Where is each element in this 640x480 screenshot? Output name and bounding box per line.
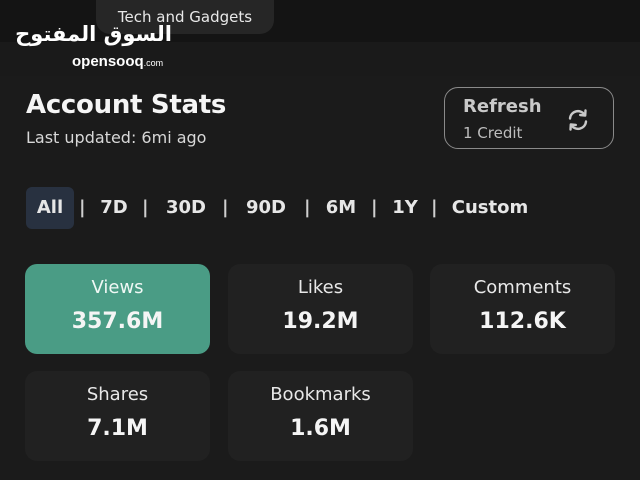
- stat-card-likes[interactable]: Likes 19.2M: [228, 264, 413, 354]
- stat-label: Shares: [86, 384, 149, 405]
- tab-separator: |: [142, 197, 149, 218]
- tab-separator: |: [371, 197, 378, 218]
- refresh-button[interactable]: Refresh 1 Credit: [444, 87, 614, 149]
- stat-value: 357.6M: [71, 309, 164, 334]
- tab-30d[interactable]: 30D: [160, 187, 212, 229]
- logo-wordmark: opensooq: [72, 53, 144, 70]
- stat-value: 112.6K: [479, 309, 566, 334]
- tab-90d[interactable]: 90D: [240, 187, 292, 229]
- tab-7d[interactable]: 7D: [94, 187, 134, 229]
- stat-value: 7.1M: [87, 416, 148, 441]
- logo-arabic-text: السوق المفتوح: [15, 22, 172, 46]
- logo-latin-text: opensooq.com: [72, 53, 163, 70]
- stat-value: 1.6M: [290, 416, 351, 441]
- stat-card-bookmarks[interactable]: Bookmarks 1.6M: [228, 371, 413, 461]
- refresh-credit-cost: 1 Credit: [463, 124, 523, 142]
- tab-all[interactable]: All: [26, 187, 74, 229]
- stat-value: 19.2M: [282, 309, 359, 334]
- stat-card-views[interactable]: Views 357.6M: [25, 264, 210, 354]
- tab-1y[interactable]: 1Y: [390, 187, 420, 229]
- last-updated-text: Last updated: 6mi ago: [26, 128, 207, 147]
- logo-domain-suffix: .com: [143, 58, 164, 68]
- stat-label: Views: [91, 277, 144, 298]
- refresh-icon: [565, 107, 591, 133]
- tab-separator: |: [304, 197, 311, 218]
- tab-separator: |: [79, 197, 86, 218]
- tab-6m[interactable]: 6M: [320, 187, 362, 229]
- opensooq-logo: السوق المفتوح opensooq.com: [15, 22, 182, 76]
- stat-label: Likes: [297, 277, 344, 298]
- tab-custom[interactable]: Custom: [451, 187, 529, 229]
- tab-separator: |: [431, 197, 438, 218]
- page-title: Account Stats: [26, 90, 227, 120]
- stat-card-comments[interactable]: Comments 112.6K: [430, 264, 615, 354]
- tab-separator: |: [222, 197, 229, 218]
- refresh-label: Refresh: [463, 96, 542, 117]
- stat-label: Comments: [473, 277, 572, 298]
- stat-label: Bookmarks: [270, 384, 371, 405]
- stat-card-shares[interactable]: Shares 7.1M: [25, 371, 210, 461]
